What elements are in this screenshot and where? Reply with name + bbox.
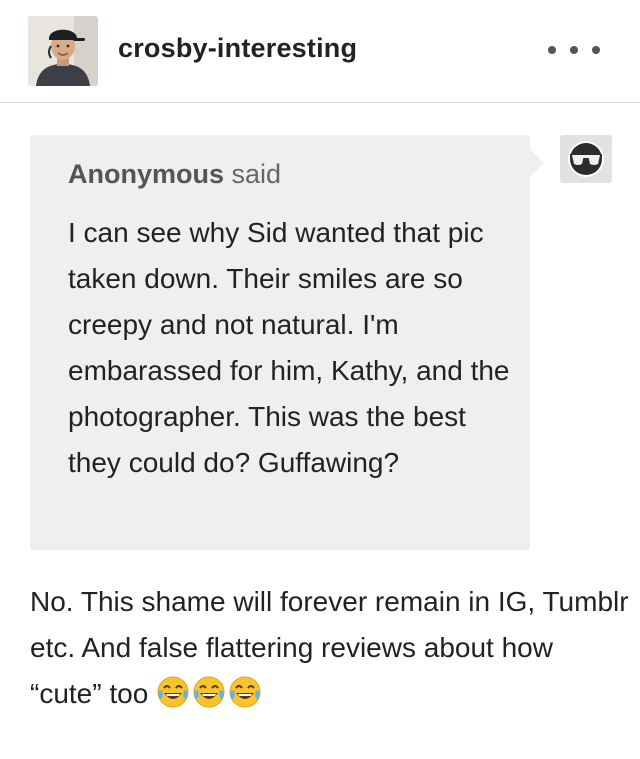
face-with-tears-of-joy-icon: [157, 676, 189, 708]
said-label: said: [231, 159, 282, 189]
blog-name[interactable]: crosby-interesting: [118, 33, 357, 64]
more-dots-icon: [570, 46, 578, 54]
blog-avatar[interactable]: [28, 16, 98, 86]
emoji-row: [156, 676, 264, 709]
post-header: crosby-interesting: [0, 0, 640, 103]
user-photo-avatar: [28, 16, 98, 86]
more-dots-icon: [592, 46, 600, 54]
face-with-tears-of-joy-icon: [193, 676, 225, 708]
question-text: I can see why Sid wanted that pic taken …: [68, 217, 510, 478]
ask-bubble: Anonymous said I can see why Sid wanted …: [30, 135, 544, 550]
more-options-button[interactable]: [548, 36, 600, 64]
asker-name: Anonymous: [68, 159, 225, 189]
more-dots-icon: [548, 46, 556, 54]
asker-line: Anonymous said: [68, 157, 510, 191]
face-with-tears-of-joy-icon: [229, 676, 261, 708]
answer-body: No. This shame will forever remain in IG…: [30, 586, 629, 709]
answer-text: No. This shame will forever remain in IG…: [30, 579, 630, 717]
anonymous-sunglasses-icon: [568, 141, 604, 177]
anonymous-avatar: [560, 135, 612, 183]
